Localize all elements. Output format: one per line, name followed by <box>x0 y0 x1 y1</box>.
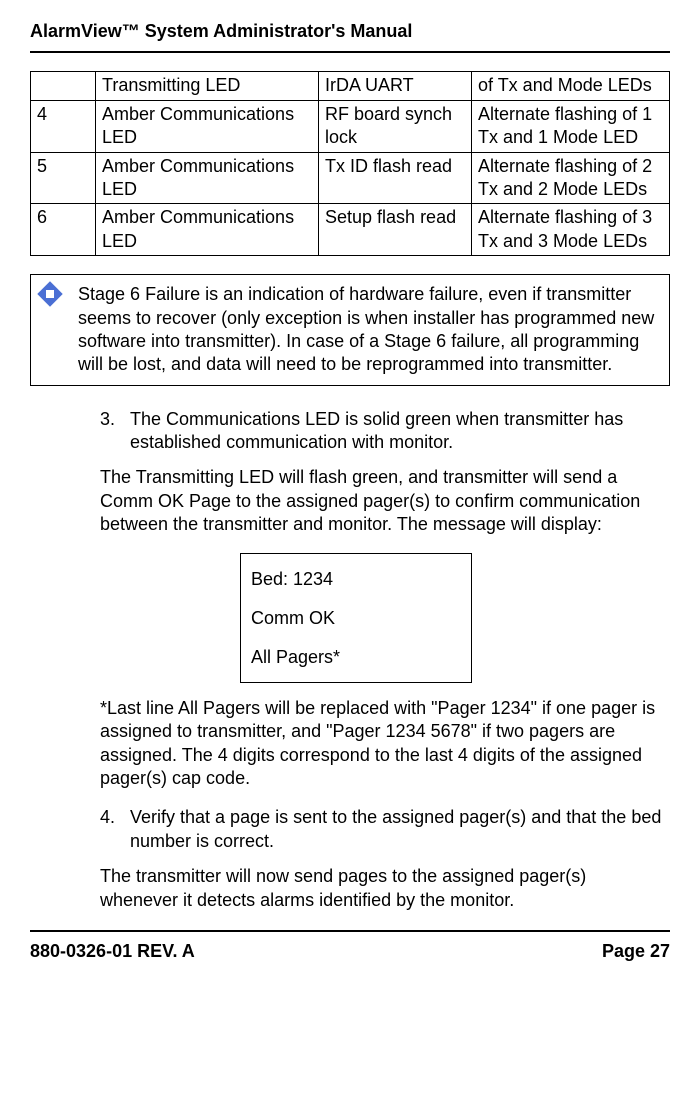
step-4: 4. Verify that a page is sent to the ass… <box>100 806 664 853</box>
table-row: 4 Amber Communications LED RF board sync… <box>31 100 670 152</box>
table-row: 5 Amber Communications LED Tx ID flash r… <box>31 152 670 204</box>
step-3-para: The Transmitting LED will flash green, a… <box>100 466 664 536</box>
step-text: The Communications LED is solid green wh… <box>130 408 664 455</box>
cell: Amber Communications LED <box>96 152 319 204</box>
cell: Setup flash read <box>319 204 472 256</box>
cell: Alternate flashing of 1 Tx and 1 Mode LE… <box>472 100 670 152</box>
header-rule <box>30 51 670 53</box>
table-row: 6 Amber Communications LED Setup flash r… <box>31 204 670 256</box>
cell: Alternate flashing of 2 Tx and 2 Mode LE… <box>472 152 670 204</box>
cell: 6 <box>31 204 96 256</box>
led-table: Transmitting LED IrDA UART of Tx and Mod… <box>30 71 670 256</box>
cell: Amber Communications LED <box>96 204 319 256</box>
note-text: Stage 6 Failure is an indication of hard… <box>78 283 656 377</box>
step-3: 3. The Communications LED is solid green… <box>100 408 664 455</box>
note-diamond-icon <box>37 281 62 306</box>
table-row: Transmitting LED IrDA UART of Tx and Mod… <box>31 72 670 100</box>
cell: RF board synch lock <box>319 100 472 152</box>
cell: Transmitting LED <box>96 72 319 100</box>
step-number: 3. <box>100 408 130 455</box>
msg-footnote: *Last line All Pagers will be replaced w… <box>100 697 664 791</box>
cell: Amber Communications LED <box>96 100 319 152</box>
footer-page-number: Page 27 <box>602 940 670 963</box>
closing-para: The transmitter will now send pages to t… <box>100 865 664 912</box>
cell: 5 <box>31 152 96 204</box>
footer-doc-id: 880-0326-01 REV. A <box>30 940 195 963</box>
cell: 4 <box>31 100 96 152</box>
cell: Tx ID flash read <box>319 152 472 204</box>
page-footer: 880-0326-01 REV. A Page 27 <box>30 932 670 963</box>
doc-header: AlarmView™ System Administrator's Manual <box>30 20 670 43</box>
cell: Alternate flashing of 3 Tx and 3 Mode LE… <box>472 204 670 256</box>
step-text: Verify that a page is sent to the assign… <box>130 806 664 853</box>
cell <box>31 72 96 100</box>
pager-message-box: Bed: 1234 Comm OK All Pagers* <box>240 553 472 683</box>
cell: of Tx and Mode LEDs <box>472 72 670 100</box>
msg-line: All Pagers* <box>251 646 461 669</box>
cell: IrDA UART <box>319 72 472 100</box>
msg-line: Comm OK <box>251 607 461 630</box>
step-number: 4. <box>100 806 130 853</box>
note-box: Stage 6 Failure is an indication of hard… <box>30 274 670 386</box>
msg-line: Bed: 1234 <box>251 568 461 591</box>
